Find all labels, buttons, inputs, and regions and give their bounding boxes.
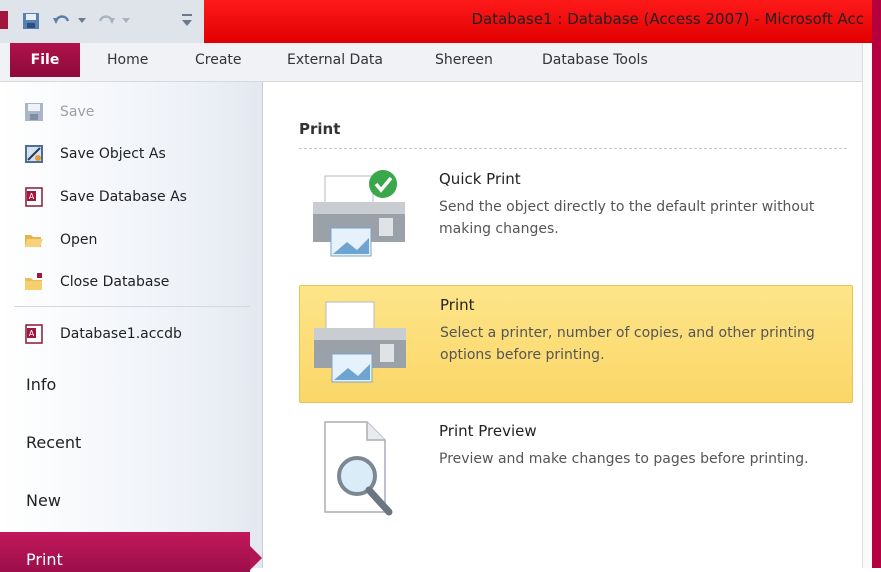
undo-dropdown-icon[interactable]: [78, 18, 86, 24]
save-object-as-icon: [25, 145, 43, 163]
nav-open[interactable]: Open: [0, 222, 262, 258]
printer-icon: [314, 301, 406, 383]
nav-recent[interactable]: Recent: [0, 421, 262, 465]
nav-close-database[interactable]: Close Database: [0, 264, 262, 300]
quick-print-icon: [313, 170, 405, 257]
nav-new-label: New: [26, 491, 61, 510]
print-preview-icon: [324, 421, 393, 516]
print-heading: Print: [299, 120, 341, 138]
nav-separator: [14, 306, 250, 307]
save-icon[interactable]: [22, 12, 40, 30]
nav-recent-file-label: Database1.accdb: [60, 326, 182, 342]
nav-save-database-as[interactable]: A Save Database As: [0, 179, 262, 215]
undo-icon[interactable]: [52, 12, 72, 30]
nav-save[interactable]: Save: [0, 94, 262, 130]
option-print-preview[interactable]: Print Preview Preview and make changes t…: [299, 412, 851, 528]
svg-text:A: A: [29, 192, 35, 201]
tab-home[interactable]: Home: [107, 52, 148, 68]
nav-recent-file[interactable]: A Database1.accdb: [0, 316, 262, 352]
nav-print[interactable]: Print: [0, 532, 262, 572]
tab-database-tools[interactable]: Database Tools: [542, 52, 648, 68]
title-bar: Database1 : Database (Access 2007) - Mic…: [0, 0, 872, 44]
option-print[interactable]: Print Select a printer, number of copies…: [299, 285, 853, 403]
print-panel: Print Quick Print Send the object direct…: [263, 82, 861, 568]
tab-file[interactable]: File: [10, 43, 80, 77]
open-folder-icon: [25, 235, 43, 247]
nav-new[interactable]: New: [0, 479, 262, 523]
nav-save-object-as[interactable]: Save Object As: [0, 136, 262, 172]
svg-text:A: A: [29, 329, 35, 338]
tab-create[interactable]: Create: [195, 52, 242, 68]
print-preview-description: Preview and make changes to pages before…: [439, 451, 809, 467]
nav-info[interactable]: Info: [0, 363, 262, 407]
tab-external-data[interactable]: External Data: [287, 52, 383, 68]
access-database-icon: A: [25, 324, 43, 344]
nav-save-label: Save: [60, 104, 95, 120]
nav-open-label: Open: [60, 232, 98, 248]
nav-save-object-as-label: Save Object As: [60, 146, 166, 162]
quick-print-description: Send the object directly to the default …: [439, 199, 815, 237]
quick-access-toolbar: [0, 0, 204, 43]
tab-shereen[interactable]: Shereen: [435, 52, 493, 68]
customize-toolbar-icon[interactable]: [180, 10, 194, 32]
print-description: Select a printer, number of copies, and …: [440, 325, 815, 363]
window-title: Database1 : Database (Access 2007) - Mic…: [471, 10, 864, 28]
title-red-region: Database1 : Database (Access 2007) - Mic…: [204, 0, 872, 43]
nav-close-database-label: Close Database: [60, 274, 170, 290]
right-red-edge: [872, 0, 881, 568]
close-folder-icon: [25, 273, 42, 290]
nav-recent-label: Recent: [26, 433, 82, 452]
nav-save-database-as-label: Save Database As: [60, 189, 187, 205]
heading-divider: [299, 148, 847, 149]
selected-notch: [250, 546, 262, 570]
redo-dropdown-icon[interactable]: [122, 18, 130, 24]
access-database-icon: A: [25, 187, 43, 207]
nav-print-label: Print: [26, 550, 63, 569]
nav-info-label: Info: [26, 375, 57, 394]
backstage-nav: Save Save Object As A Save Database As O…: [0, 82, 263, 568]
print-preview-title: Print Preview: [439, 422, 537, 440]
save-icon: [25, 103, 43, 121]
option-quick-print[interactable]: Quick Print Send the object directly to …: [299, 160, 851, 276]
print-title: Print: [440, 296, 475, 314]
access-logo-icon: [0, 11, 8, 29]
quick-print-title: Quick Print: [439, 170, 521, 188]
redo-icon[interactable]: [96, 12, 116, 30]
ribbon-tab-bar: File Home Create External Data Shereen D…: [0, 43, 862, 82]
